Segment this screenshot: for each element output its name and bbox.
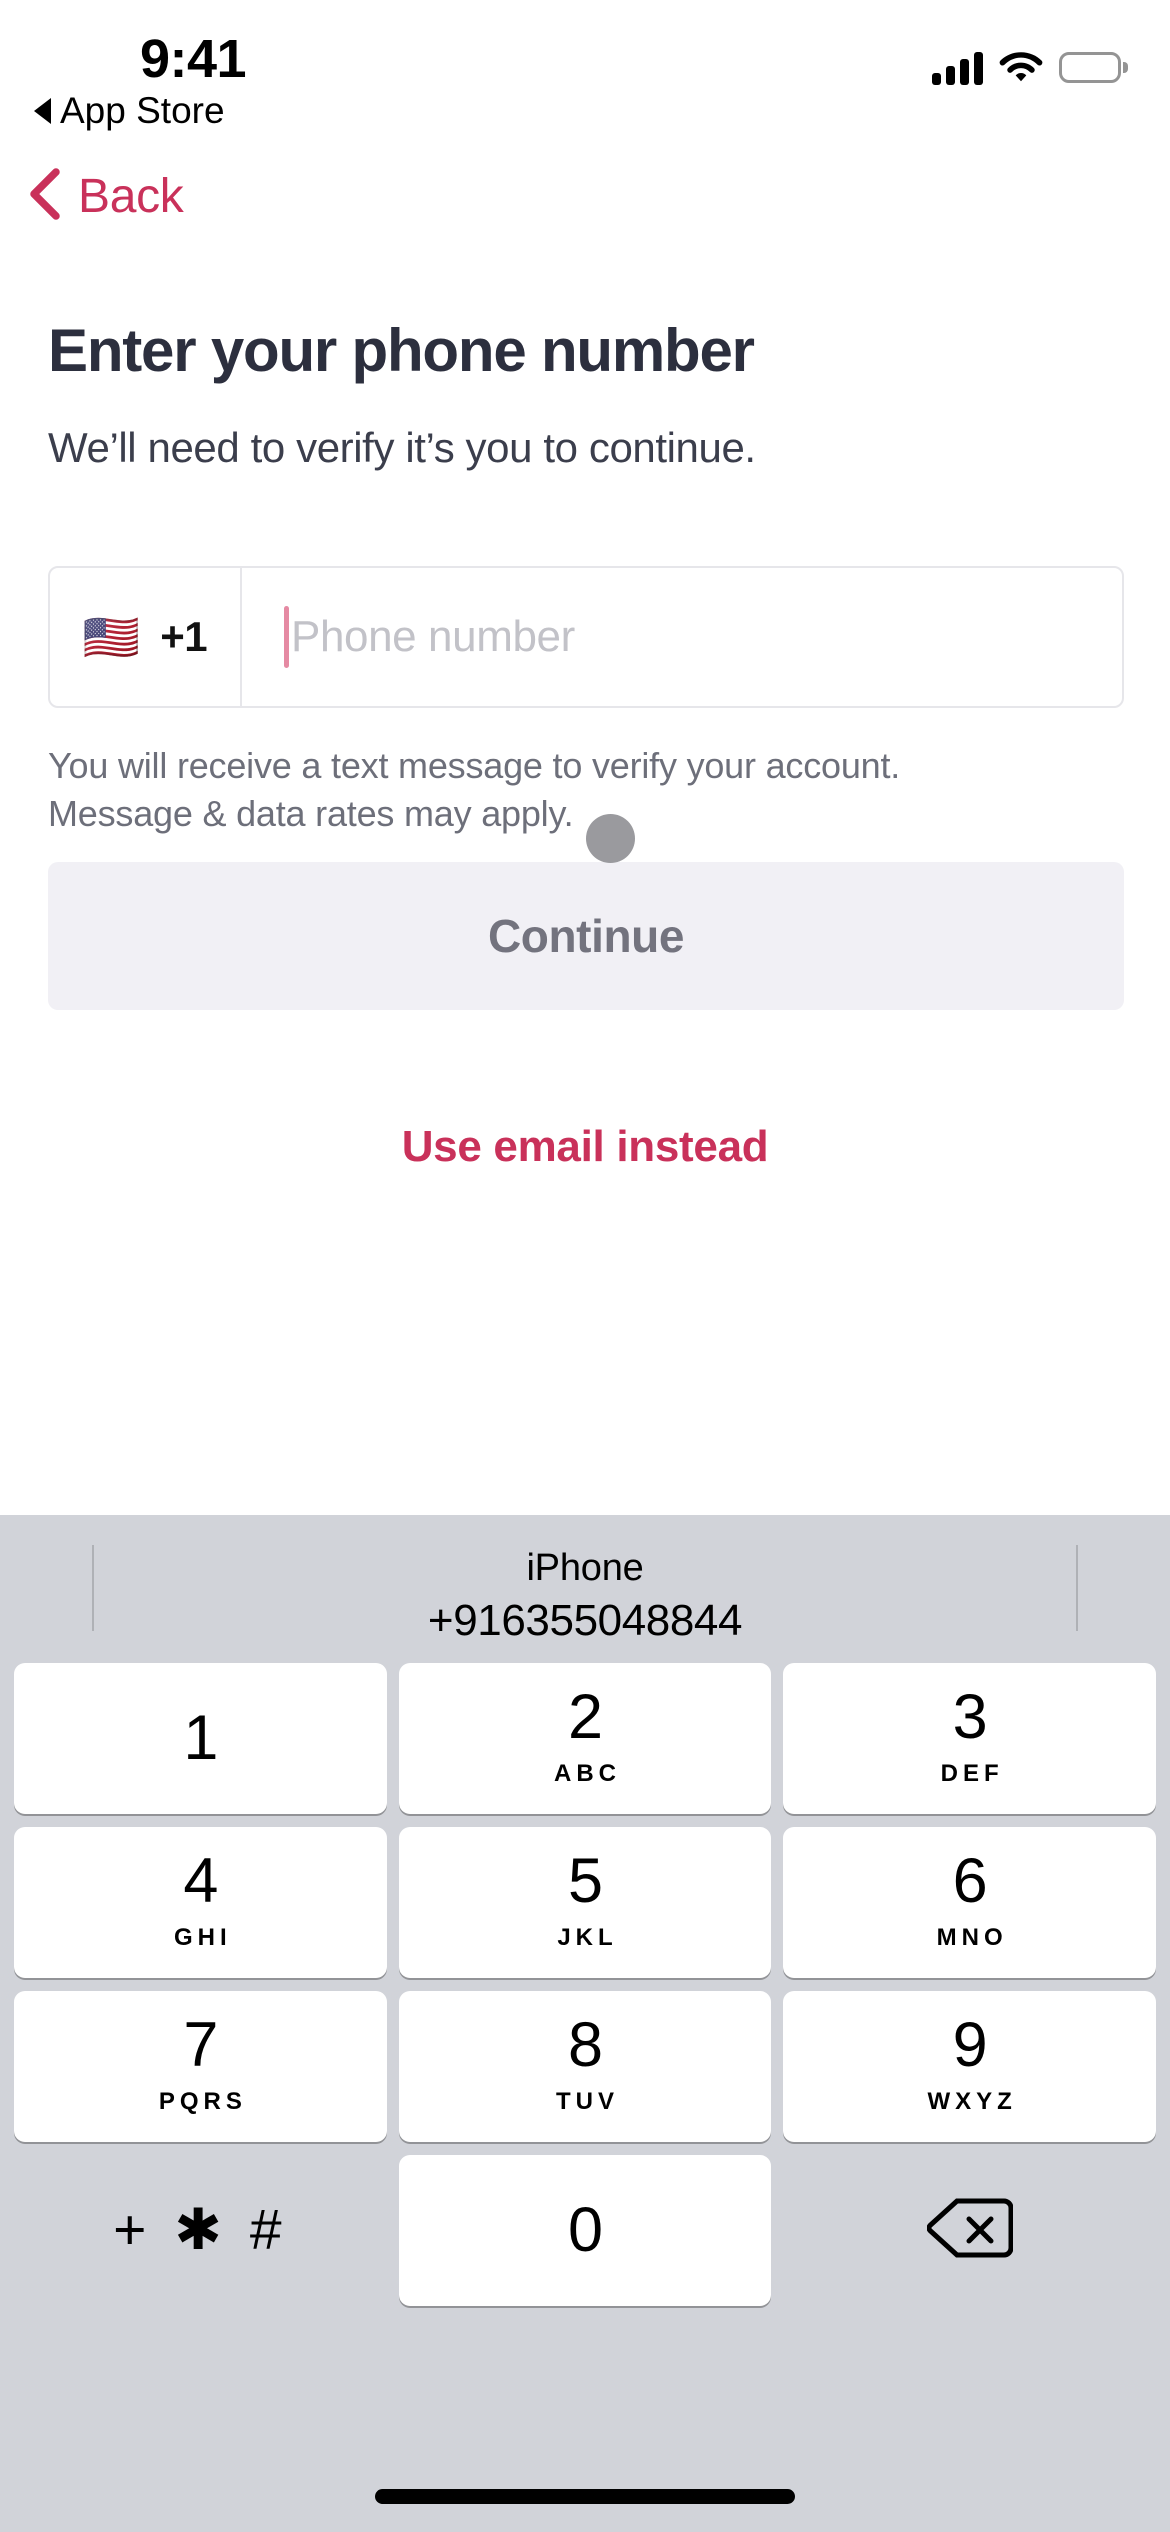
keypad-row: 7 PQRS 8 TUV 9 WXYZ — [14, 1991, 1157, 2142]
key-7[interactable]: 7 PQRS — [14, 1991, 387, 2142]
keypad-rows: 1 2 ABC 3 DEF 4 GHI 5 JKL 6 MNO 7 PQRS 8… — [0, 1663, 1170, 2306]
status-bar-time: 9:41 — [140, 29, 247, 89]
key-letters: ABC — [554, 1759, 621, 1787]
phone-screen: 9:41 App Store Back Enter your phone num… — [0, 0, 1170, 2532]
key-digit: 8 — [567, 2009, 603, 2080]
delete-backspace-icon — [926, 2196, 1014, 2265]
helper-text-line-1: You will receive a text message to verif… — [48, 745, 901, 786]
suggestion-phone-number: +916355048844 — [427, 1595, 743, 1645]
phone-number-input[interactable]: Phone number — [242, 568, 1122, 706]
us-flag-icon: 🇺🇸 — [82, 611, 141, 663]
return-to-app-store-button[interactable]: App Store — [34, 90, 225, 132]
battery-full-icon — [1059, 52, 1128, 83]
page-subtitle: We’ll need to verify it’s you to continu… — [48, 424, 756, 471]
key-delete[interactable] — [783, 2155, 1156, 2306]
key-letters: PQRS — [158, 2087, 247, 2115]
triangle-left-icon — [34, 98, 51, 124]
cellular-signal-icon — [932, 51, 983, 85]
chevron-left-icon — [26, 168, 60, 225]
key-letters: DEF — [940, 1759, 1004, 1787]
key-3[interactable]: 3 DEF — [783, 1663, 1157, 1814]
key-digit: 4 — [183, 1845, 218, 1916]
key-8[interactable]: 8 TUV — [398, 1991, 772, 2142]
text-caret — [284, 606, 289, 668]
keypad-row: 1 2 ABC 3 DEF — [14, 1663, 1157, 1814]
phone-number-placeholder: Phone number — [291, 612, 575, 661]
key-1[interactable]: 1 — [14, 1663, 387, 1814]
keypad-row: + ✱ # 0 — [14, 2155, 1156, 2306]
key-digit: 0 — [567, 2195, 603, 2265]
phone-number-field[interactable]: 🇺🇸 +1 Phone number — [48, 566, 1124, 708]
key-symbols[interactable]: + ✱ # — [14, 2155, 387, 2306]
key-digit: 5 — [567, 1845, 603, 1916]
helper-text: You will receive a text message to verif… — [48, 742, 1068, 837]
helper-text-line-2: Message & data rates may apply. — [48, 792, 574, 834]
key-digit: 1 — [183, 1703, 218, 1773]
wifi-icon — [999, 48, 1043, 87]
key-letters: WXYZ — [927, 2087, 1017, 2115]
key-digit: 3 — [952, 1681, 988, 1752]
use-email-instead-link[interactable]: Use email instead — [0, 1122, 1170, 1172]
key-0[interactable]: 0 — [398, 2155, 772, 2306]
country-code-label: +1 — [160, 613, 208, 660]
key-letters: GHI — [174, 1923, 232, 1951]
tap-indicator — [586, 814, 635, 863]
suggestion-divider-left — [92, 1545, 94, 1631]
key-2[interactable]: 2 ABC — [398, 1663, 772, 1814]
home-indicator — [375, 2489, 795, 2504]
autofill-suggestion-bar[interactable]: iPhone +916355048844 — [0, 1515, 1170, 1663]
key-6[interactable]: 6 MNO — [783, 1827, 1157, 1978]
key-digit: 2 — [567, 1681, 603, 1752]
key-letters: TUV — [556, 2087, 619, 2115]
page-title: Enter your phone number — [48, 317, 755, 384]
key-symbols-label: + ✱ # — [113, 2198, 288, 2262]
key-digit: 9 — [952, 2009, 988, 2080]
suggestion-divider-right — [1076, 1545, 1078, 1631]
back-button-label: Back — [78, 170, 184, 223]
status-bar: 9:41 App Store — [0, 0, 1170, 160]
back-button[interactable]: Back — [26, 168, 184, 225]
key-9[interactable]: 9 WXYZ — [783, 1991, 1157, 2142]
numeric-keyboard: iPhone +916355048844 1 2 ABC 3 DEF 4 GHI… — [0, 1515, 1170, 2532]
keypad-row: 4 GHI 5 JKL 6 MNO — [14, 1827, 1157, 1978]
status-bar-indicators — [932, 48, 1128, 87]
key-letters: JKL — [557, 1923, 618, 1951]
continue-button[interactable]: Continue — [48, 862, 1124, 1010]
suggestion-label: iPhone — [526, 1546, 644, 1589]
key-digit: 6 — [952, 1845, 988, 1916]
return-app-label: App Store — [60, 90, 225, 131]
key-letters: MNO — [936, 1923, 1008, 1951]
country-code-selector[interactable]: 🇺🇸 +1 — [50, 568, 242, 706]
key-5[interactable]: 5 JKL — [398, 1827, 772, 1978]
key-digit: 7 — [183, 2009, 218, 2080]
key-4[interactable]: 4 GHI — [14, 1827, 387, 1978]
